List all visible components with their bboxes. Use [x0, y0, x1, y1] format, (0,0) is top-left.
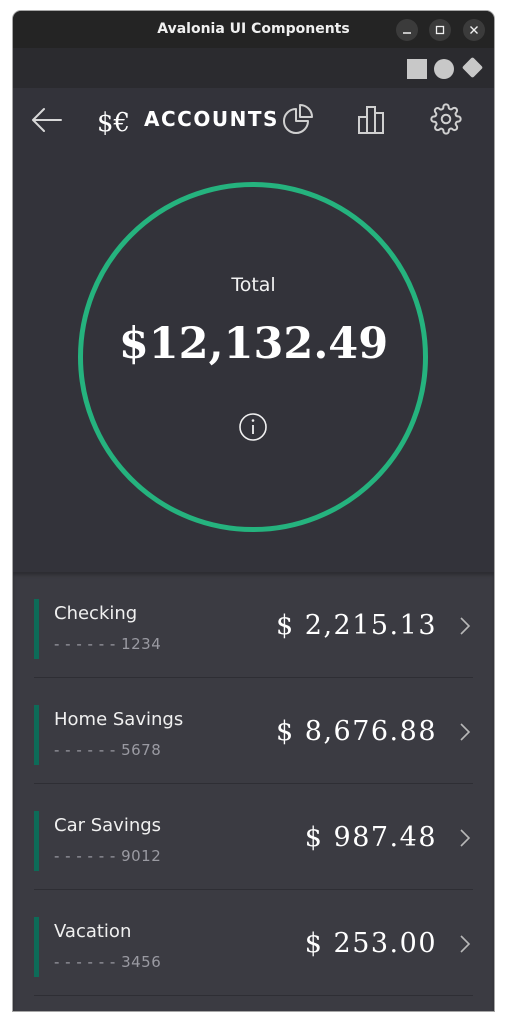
bar-chart-icon[interactable]: [356, 103, 388, 135]
chevron-right-icon: [460, 617, 471, 635]
account-balance: $ 987.48: [304, 822, 437, 853]
accounts-list: Checking - - - - - - 1234 $ 2,215.13 Hom…: [13, 572, 494, 1011]
gear-icon[interactable]: [430, 103, 462, 135]
close-icon: [470, 26, 478, 34]
square-shape-button[interactable]: [407, 59, 427, 79]
minimize-button[interactable]: [396, 19, 418, 41]
minimize-icon: [403, 32, 411, 34]
total-label: Total: [231, 274, 276, 296]
account-color-bar: [34, 917, 39, 977]
circle-shape-button[interactable]: [434, 59, 454, 79]
account-number: - - - - - - 3456: [54, 953, 162, 971]
account-name: Home Savings: [54, 709, 184, 730]
account-name: Checking: [54, 603, 138, 624]
account-balance: $ 8,676.88: [276, 716, 437, 747]
chevron-right-icon: [460, 723, 471, 741]
account-row-checking[interactable]: Checking - - - - - - 1234 $ 2,215.13: [13, 572, 494, 678]
brand: $€ ACCOUNTS: [97, 102, 277, 138]
chevron-right-icon: [460, 935, 471, 953]
account-color-bar: [34, 599, 39, 659]
total-value: $12,132.49: [118, 319, 389, 369]
shape-toolstrip: [13, 48, 494, 88]
arrow-left-icon[interactable]: [30, 107, 64, 133]
info-icon[interactable]: [238, 412, 268, 442]
account-name: Vacation: [54, 921, 132, 942]
app-header: $€ ACCOUNTS: [13, 88, 494, 152]
account-color-bar: [34, 705, 39, 765]
maximize-button[interactable]: [429, 19, 451, 41]
maximize-icon: [435, 25, 445, 35]
pie-chart-icon[interactable]: [282, 103, 314, 135]
svg-text:$€: $€: [97, 108, 130, 138]
account-row-car-savings[interactable]: Car Savings - - - - - - 9012 $ 987.48: [13, 784, 494, 890]
page-title: ACCOUNTS: [144, 107, 279, 131]
app-window: Avalonia UI Components $€ ACCOUNTS Total…: [13, 11, 494, 1011]
account-color-bar: [34, 811, 39, 871]
account-row-home-savings[interactable]: Home Savings - - - - - - 5678 $ 8,676.88: [13, 678, 494, 784]
currency-logo-icon: $€: [97, 108, 130, 138]
account-number: - - - - - - 1234: [54, 635, 162, 653]
account-row-vacation[interactable]: Vacation - - - - - - 3456 $ 253.00: [13, 890, 494, 996]
row-divider: [34, 995, 473, 996]
total-summary: Total $12,132.49: [13, 152, 494, 572]
diamond-shape-button[interactable]: [461, 56, 484, 79]
chevron-right-icon: [460, 829, 471, 847]
account-number: - - - - - - 5678: [54, 741, 162, 759]
close-button[interactable]: [463, 19, 485, 41]
account-name: Car Savings: [54, 815, 162, 836]
account-balance: $ 253.00: [304, 928, 437, 959]
account-balance: $ 2,215.13: [276, 610, 437, 641]
title-bar: Avalonia UI Components: [13, 11, 494, 48]
account-number: - - - - - - 9012: [54, 847, 162, 865]
window-title: Avalonia UI Components: [157, 21, 350, 37]
